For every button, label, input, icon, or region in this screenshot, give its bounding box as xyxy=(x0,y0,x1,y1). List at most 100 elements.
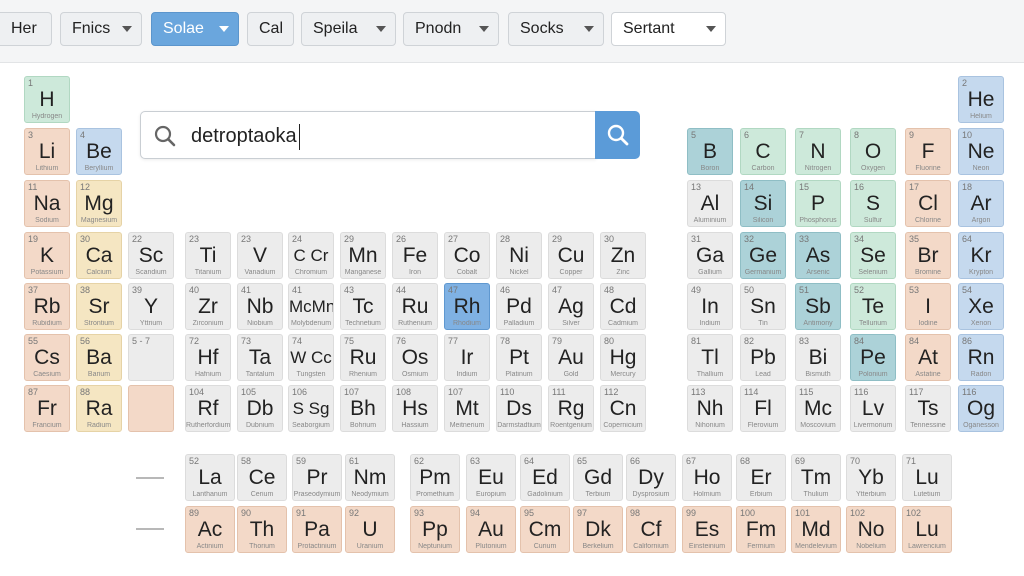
element-tile-si[interactable]: 14 Si Silicon xyxy=(740,180,786,227)
element-tile-au[interactable]: 94 Au Plutonium xyxy=(466,506,516,553)
element-tile-sn[interactable]: 50 Sn Tin xyxy=(740,283,786,330)
element-tile-os[interactable]: 76 Os Osmium xyxy=(392,334,438,381)
element-tile-zn[interactable]: 30 Zn Zinc xyxy=(600,232,646,279)
element-tile-er[interactable]: 68 Er Erbium xyxy=(736,454,786,501)
search-input[interactable]: detroptaoka xyxy=(140,111,596,159)
element-tile-tm[interactable]: 69 Tm Thulium xyxy=(791,454,841,501)
element-tile-sc[interactable]: 22 Sc Scandium xyxy=(128,232,174,279)
element-tile-ga[interactable]: 31 Ga Gallium xyxy=(687,232,733,279)
element-tile-s-sg[interactable]: 106 S Sg Seaborgium xyxy=(288,385,334,432)
element-tile-pm[interactable]: 62 Pm Promethium xyxy=(410,454,460,501)
element-tile-w-cc[interactable]: 74 W Cc Tungsten xyxy=(288,334,334,381)
element-tile-pb[interactable]: 82 Pb Lead xyxy=(740,334,786,381)
element-tile-ac[interactable]: 89 Ac Actinium xyxy=(185,506,235,553)
element-tile-ba[interactable]: 56 Ba Barium xyxy=(76,334,122,381)
element-tile-placeholder[interactable]: 5 - 7 xyxy=(128,334,174,381)
element-tile-og[interactable]: 116 Og Oganesson xyxy=(958,385,1004,432)
element-tile-ir[interactable]: 77 Ir Iridium xyxy=(444,334,490,381)
element-tile-ts[interactable]: 117 Ts Tennessine xyxy=(905,385,951,432)
element-tile-rg[interactable]: 111 Rg Roentgenium xyxy=(548,385,594,432)
toolbar-button-fnics[interactable]: Fnics xyxy=(60,12,142,46)
toolbar-button-cal[interactable]: Cal xyxy=(247,12,294,46)
toolbar-button-socks[interactable]: Socks xyxy=(508,12,604,46)
element-tile-rh[interactable]: 47 Rh Rhodium xyxy=(444,283,490,330)
search-button[interactable] xyxy=(595,111,640,159)
element-tile-o[interactable]: 8 O Oxygen xyxy=(850,128,896,175)
element-tile-placeholder[interactable] xyxy=(128,385,174,432)
element-tile-ds[interactable]: 110 Ds Darmstadtium xyxy=(496,385,542,432)
toolbar-button-solae[interactable]: Solae xyxy=(151,12,239,46)
element-tile-c-cr[interactable]: 24 C Cr Chromium xyxy=(288,232,334,279)
element-tile-au[interactable]: 79 Au Gold xyxy=(548,334,594,381)
element-tile-sb[interactable]: 51 Sb Antimony xyxy=(795,283,841,330)
element-tile-he[interactable]: 2 He Helium xyxy=(958,76,1004,123)
element-tile-nh[interactable]: 113 Nh Nihonium xyxy=(687,385,733,432)
element-tile-dy[interactable]: 66 Dy Dysprosium xyxy=(626,454,676,501)
element-tile-na[interactable]: 11 Na Sodium xyxy=(24,180,70,227)
element-tile-pd[interactable]: 46 Pd Palladium xyxy=(496,283,542,330)
element-tile-yb[interactable]: 70 Yb Ytterbium xyxy=(846,454,896,501)
element-tile-es[interactable]: 99 Es Einsteinium xyxy=(682,506,732,553)
element-tile-la[interactable]: 52 La Lanthanum xyxy=(185,454,235,501)
element-tile-lv[interactable]: 116 Lv Livermorium xyxy=(850,385,896,432)
element-tile-f[interactable]: 9 F Fluorine xyxy=(905,128,951,175)
element-tile-ra[interactable]: 88 Ra Radium xyxy=(76,385,122,432)
element-tile-ru[interactable]: 44 Ru Ruthenium xyxy=(392,283,438,330)
element-tile-xe[interactable]: 54 Xe Xenon xyxy=(958,283,1004,330)
element-tile-b[interactable]: 5 B Boron xyxy=(687,128,733,175)
element-tile-tl[interactable]: 81 Tl Thallium xyxy=(687,334,733,381)
element-tile-ce[interactable]: 58 Ce Cerium xyxy=(237,454,287,501)
element-tile-lu[interactable]: 71 Lu Lutetium xyxy=(902,454,952,501)
element-tile-c[interactable]: 6 C Carbon xyxy=(740,128,786,175)
element-tile-ag[interactable]: 47 Ag Silver xyxy=(548,283,594,330)
element-tile-fm[interactable]: 100 Fm Fermium xyxy=(736,506,786,553)
element-tile-ne[interactable]: 10 Ne Neon xyxy=(958,128,1004,175)
element-tile-u[interactable]: 92 U Uranium xyxy=(345,506,395,553)
element-tile-te[interactable]: 52 Te Tellurium xyxy=(850,283,896,330)
element-tile-mt[interactable]: 107 Mt Meitnerium xyxy=(444,385,490,432)
element-tile-hf[interactable]: 72 Hf Hafnium xyxy=(185,334,231,381)
element-tile-pp[interactable]: 93 Pp Neptunium xyxy=(410,506,460,553)
element-tile-bh[interactable]: 107 Bh Bohrium xyxy=(340,385,386,432)
element-tile-tc[interactable]: 43 Tc Technetium xyxy=(340,283,386,330)
element-tile-cu[interactable]: 29 Cu Copper xyxy=(548,232,594,279)
toolbar-button-sertant[interactable]: Sertant xyxy=(611,12,726,46)
element-tile-ru[interactable]: 75 Ru Rhenium xyxy=(340,334,386,381)
element-tile-zr[interactable]: 40 Zr Zirconium xyxy=(185,283,231,330)
element-tile-h[interactable]: 1 H Hydrogen xyxy=(24,76,70,123)
element-tile-fe[interactable]: 26 Fe Iron xyxy=(392,232,438,279)
element-tile-bi[interactable]: 83 Bi Bismuth xyxy=(795,334,841,381)
element-tile-no[interactable]: 102 No Nobelium xyxy=(846,506,896,553)
element-tile-mn[interactable]: 29 Mn Manganese xyxy=(340,232,386,279)
element-tile-s[interactable]: 16 S Sulfur xyxy=(850,180,896,227)
element-tile-y[interactable]: 39 Y Yttrium xyxy=(128,283,174,330)
element-tile-pe[interactable]: 84 Pe Polonium xyxy=(850,334,896,381)
element-tile-ca[interactable]: 30 Ca Calcium xyxy=(76,232,122,279)
element-tile-cm[interactable]: 95 Cm Curium xyxy=(520,506,570,553)
element-tile-mcmn[interactable]: 41 McMn Molybdenum xyxy=(288,283,334,330)
element-tile-ta[interactable]: 73 Ta Tantalum xyxy=(237,334,283,381)
element-tile-be[interactable]: 4 Be Beryllium xyxy=(76,128,122,175)
element-tile-pt[interactable]: 78 Pt Platinum xyxy=(496,334,542,381)
element-tile-kr[interactable]: 64 Kr Krypton xyxy=(958,232,1004,279)
element-tile-fr[interactable]: 87 Fr Francium xyxy=(24,385,70,432)
element-tile-k[interactable]: 19 K Potassium xyxy=(24,232,70,279)
element-tile-th[interactable]: 90 Th Thorium xyxy=(237,506,287,553)
toolbar-button-pnodn[interactable]: Pnodn xyxy=(403,12,499,46)
element-tile-ho[interactable]: 67 Ho Holmium xyxy=(682,454,732,501)
element-tile-in[interactable]: 49 In Indium xyxy=(687,283,733,330)
element-tile-ar[interactable]: 18 Ar Argon xyxy=(958,180,1004,227)
element-tile-mc[interactable]: 115 Mc Moscovium xyxy=(795,385,841,432)
element-tile-rf[interactable]: 104 Rf Rutherfordium xyxy=(185,385,231,432)
element-tile-ti[interactable]: 23 Ti Titanium xyxy=(185,232,231,279)
element-tile-li[interactable]: 3 Li Lithium xyxy=(24,128,70,175)
element-tile-at[interactable]: 84 At Astatine xyxy=(905,334,951,381)
element-tile-rn[interactable]: 86 Rn Radon xyxy=(958,334,1004,381)
element-tile-db[interactable]: 105 Db Dubnium xyxy=(237,385,283,432)
element-tile-eu[interactable]: 63 Eu Europium xyxy=(466,454,516,501)
element-tile-p[interactable]: 15 P Phosphorus xyxy=(795,180,841,227)
toolbar-button-her[interactable]: Her xyxy=(0,12,52,46)
element-tile-br[interactable]: 35 Br Bromine xyxy=(905,232,951,279)
element-tile-nb[interactable]: 41 Nb Niobium xyxy=(237,283,283,330)
element-tile-co[interactable]: 27 Co Cobalt xyxy=(444,232,490,279)
